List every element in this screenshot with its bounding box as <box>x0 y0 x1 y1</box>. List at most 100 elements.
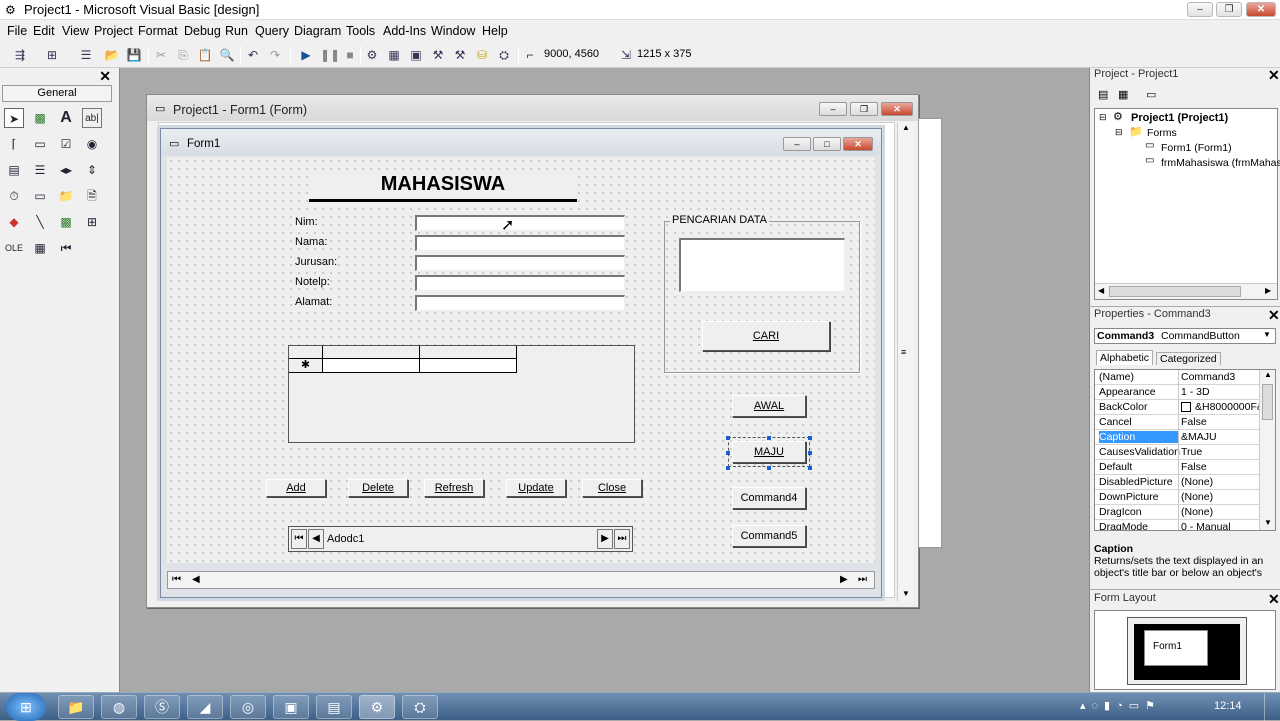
textbox-tool-icon[interactable]: ab| <box>82 108 102 128</box>
form1-maximize-button[interactable]: □ <box>813 137 841 151</box>
scroll-thumb[interactable] <box>1262 384 1273 420</box>
filelistbox-tool-icon[interactable]: 🗎 <box>82 186 102 206</box>
add-button[interactable]: Add <box>266 479 326 497</box>
jurusan-textbox[interactable] <box>415 255 625 271</box>
skype-icon[interactable]: Ⓢ <box>144 695 180 719</box>
property-row[interactable]: (Name) Command3 <box>1095 370 1259 385</box>
hscroll-last-icon[interactable]: ⏭ <box>858 574 867 585</box>
tab-categorized[interactable]: Categorized <box>1156 352 1221 365</box>
menu-window[interactable]: Window <box>431 24 475 38</box>
adodc-next-button[interactable]: ▶ <box>597 529 613 549</box>
cut-icon[interactable]: ✂ <box>153 47 169 63</box>
tree-collapse-icon[interactable]: ⊟ <box>1099 112 1107 123</box>
combobox-tool-icon[interactable]: ▤ <box>4 160 24 180</box>
toolbox-close-icon[interactable]: ✕ <box>99 68 111 85</box>
restore-button[interactable]: ❐ <box>1216 2 1242 17</box>
form-canvas[interactable]: MAHASISWA Nim: Nama: Jurusan: Notelp: Al… <box>167 157 875 563</box>
alamat-textbox[interactable] <box>415 295 625 311</box>
open-icon[interactable]: 📂 <box>104 47 120 63</box>
property-row[interactable]: DownPicture (None) <box>1095 490 1259 505</box>
selection-handle[interactable] <box>767 436 771 440</box>
datagrid-tool-icon[interactable]: ▦ <box>30 238 50 258</box>
nama-textbox[interactable] <box>415 235 625 251</box>
property-row[interactable]: Appearance 1 - 3D <box>1095 385 1259 400</box>
delete-button[interactable]: Delete <box>348 479 408 497</box>
hscroll-first-icon[interactable]: ⏮ <box>172 574 181 585</box>
awal-button[interactable]: AWAL <box>732 395 806 417</box>
app-icon[interactable]: ▤ <box>316 695 352 719</box>
frmmahasiswa-node[interactable]: frmMahasiswa (frmMahas <box>1161 157 1280 169</box>
scroll-down-icon[interactable]: ▼ <box>902 589 910 598</box>
cari-button[interactable]: CARI <box>702 321 830 351</box>
stop-icon[interactable]: ■ <box>342 47 358 63</box>
notelp-textbox[interactable] <box>415 275 625 291</box>
optionbutton-tool-icon[interactable]: ◉ <box>82 134 102 154</box>
menu-format[interactable]: Format <box>138 24 178 38</box>
property-row[interactable]: DisabledPicture (None) <box>1095 475 1259 490</box>
chrome-icon[interactable]: ◎ <box>230 695 266 719</box>
scroll-down-icon[interactable]: ▼ <box>1264 518 1272 527</box>
properties-icon[interactable]: ▦ <box>386 47 402 63</box>
clock[interactable]: 12:14 <box>1214 700 1242 712</box>
adodc-first-button[interactable]: ⏮ <box>291 529 307 549</box>
pointer-tool-icon[interactable]: ➤ <box>4 108 24 128</box>
app2-icon[interactable]: ⛭ <box>402 695 438 719</box>
object-browser-icon[interactable]: ⚒ <box>430 47 446 63</box>
data-view-icon[interactable]: ⛁ <box>474 47 490 63</box>
maju-button[interactable]: MAJU <box>728 437 810 467</box>
adodc-tool-icon[interactable]: ⏮ <box>56 238 76 258</box>
run-icon[interactable]: ▶ <box>298 47 314 63</box>
property-row[interactable]: Cancel False <box>1095 415 1259 430</box>
show-desktop-button[interactable] <box>1264 693 1280 721</box>
component-manager-icon[interactable]: ⛭ <box>496 47 512 63</box>
frame-tool-icon[interactable]: ⌈ <box>4 134 24 154</box>
project-explorer-close-icon[interactable]: ✕ <box>1268 67 1280 84</box>
project-explorer-icon[interactable]: ⚙ <box>364 47 380 63</box>
tray-icons[interactable]: ▴◌▮◔▭⚑ <box>1080 699 1161 712</box>
commandbutton-tool-icon[interactable]: ▭ <box>30 134 50 154</box>
menu-project[interactable]: Project <box>94 24 133 38</box>
form1-close-button[interactable]: ✕ <box>843 137 873 151</box>
scroll-up-icon[interactable]: ▲ <box>902 123 910 132</box>
designer-close-button[interactable]: ✕ <box>881 102 913 116</box>
selection-handle[interactable] <box>808 466 812 470</box>
designer-vscroll[interactable]: ▲ ≡ ▼ <box>897 123 913 601</box>
update-button[interactable]: Update <box>506 479 566 497</box>
menu-debug[interactable]: Debug <box>184 24 221 38</box>
checkbox-tool-icon[interactable]: ☑ <box>56 134 76 154</box>
property-row[interactable]: BackColor &H8000000F& <box>1095 400 1259 415</box>
toolbox-icon[interactable]: ⚒ <box>452 47 468 63</box>
properties-close-icon[interactable]: ✕ <box>1268 307 1280 324</box>
object-dropdown[interactable]: Command3 CommandButton ▼ <box>1094 328 1276 344</box>
close-button[interactable]: ✕ <box>1246 2 1276 17</box>
property-row[interactable]: CausesValidation True <box>1095 445 1259 460</box>
drivelistbox-tool-icon[interactable]: ▭ <box>30 186 50 206</box>
image-tool-icon[interactable]: ▩ <box>56 212 76 232</box>
adodc-control[interactable]: ⏮ ◀ Adodc1 ▶ ⏭ <box>288 526 633 552</box>
menu-editor-icon[interactable]: ☰ <box>78 47 94 63</box>
add-form-icon[interactable]: ⊞ <box>44 47 60 63</box>
property-vscrollbar[interactable]: ▲ ▼ <box>1259 370 1275 530</box>
start-button[interactable]: ⊞ <box>6 693 46 721</box>
label-tool-icon[interactable]: A <box>56 108 76 128</box>
designer-minimize-button[interactable]: – <box>819 102 847 116</box>
paste-icon[interactable]: 📋 <box>197 47 213 63</box>
form-layout-close-icon[interactable]: ✕ <box>1268 591 1280 608</box>
nim-textbox[interactable] <box>415 215 625 231</box>
property-row[interactable]: Default False <box>1095 460 1259 475</box>
menu-help[interactable]: Help <box>482 24 508 38</box>
tab-alphabetic[interactable]: Alphabetic <box>1096 350 1154 365</box>
tree-hscrollbar[interactable]: ◀ ▶ <box>1095 283 1277 299</box>
undo-icon[interactable]: ↶ <box>245 47 261 63</box>
scroll-thumb[interactable] <box>1109 286 1241 297</box>
find-icon[interactable]: 🔍 <box>219 47 235 63</box>
copy-icon[interactable]: ⎘ <box>175 47 191 63</box>
hscroll-next-icon[interactable]: ▶ <box>840 574 848 585</box>
menu-file[interactable]: File <box>7 24 27 38</box>
tree-collapse-icon[interactable]: ⊟ <box>1115 127 1123 138</box>
close-form-button[interactable]: Close <box>582 479 642 497</box>
designer-restore-button[interactable]: ❐ <box>850 102 878 116</box>
property-value-editor[interactable]: &MAJU <box>1181 431 1259 443</box>
explorer-icon[interactable]: 📁 <box>58 695 94 719</box>
selection-handle[interactable] <box>808 436 812 440</box>
